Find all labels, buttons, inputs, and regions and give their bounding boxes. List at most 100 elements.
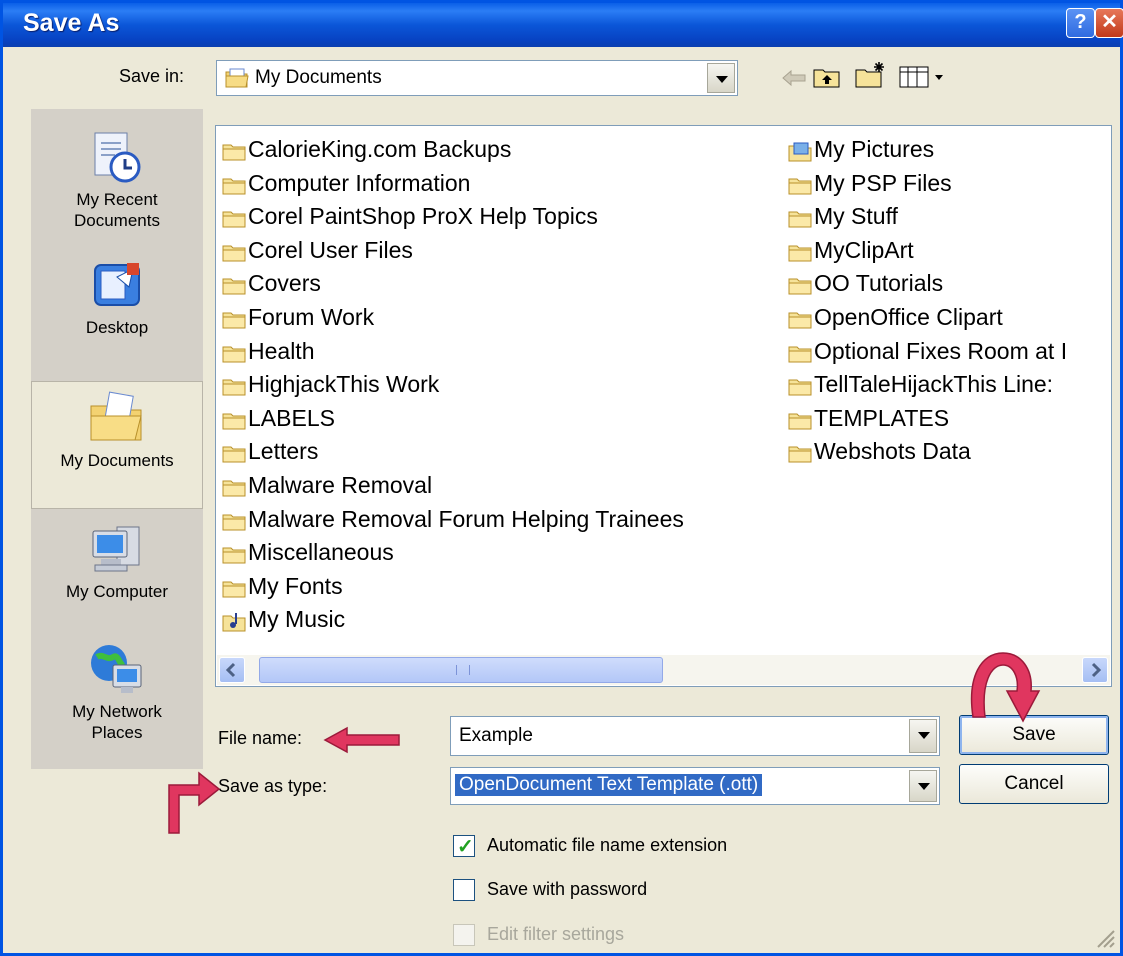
view-menu-icon[interactable] [899, 65, 949, 89]
file-name-combo[interactable]: Example [450, 716, 940, 756]
save-in-value: My Documents [255, 67, 382, 88]
save-as-type-label: Save as type: [218, 776, 328, 796]
folder-icon [788, 278, 812, 295]
up-folder-icon[interactable] [813, 65, 841, 89]
auto-extension-checkbox[interactable]: ✓ [453, 835, 475, 858]
auto-extension-label: Automatic file name extension [487, 835, 728, 855]
folder-icon [222, 178, 246, 195]
scroll-left-button[interactable] [219, 657, 245, 683]
scroll-right-button[interactable] [1082, 657, 1108, 683]
list-item[interactable]: My Pictures [786, 134, 1111, 168]
place-label: My Documents [60, 451, 174, 470]
help-button[interactable]: ? [1066, 8, 1095, 38]
close-button[interactable]: ✕ [1095, 8, 1123, 38]
folder-icon [222, 446, 246, 463]
edit-filter-settings-checkbox [453, 924, 475, 946]
edit-filter-settings-label: Edit filter settings [487, 924, 625, 944]
annotation-arrow-elbow-icon [168, 771, 221, 834]
list-item[interactable]: Computer Information [220, 168, 780, 202]
folder-icon [788, 211, 812, 228]
list-item[interactable]: LABELS [220, 403, 780, 437]
save-as-type-dropdown[interactable]: OpenDocument Text Template (.ott) [450, 767, 940, 805]
file-name-value[interactable]: Example [459, 725, 533, 747]
folder-icon [788, 245, 812, 262]
folder-icon [788, 312, 812, 329]
annotation-arrow-curved-icon [970, 652, 1041, 723]
place-label: My Network Places [72, 702, 162, 742]
pictures-folder-icon [788, 142, 812, 162]
places-bar: My Recent Documents Desktop My Documents… [31, 109, 203, 769]
place-my-recent-documents[interactable]: My Recent Documents [31, 129, 203, 231]
save-in-dropdown[interactable]: My Documents [216, 60, 738, 96]
list-item[interactable]: Health [220, 336, 780, 370]
network-places-icon [87, 641, 147, 697]
folder-icon [222, 346, 246, 363]
list-item[interactable]: OpenOffice Clipart [786, 302, 1111, 336]
folder-icon [222, 413, 246, 430]
cancel-button[interactable]: Cancel [959, 764, 1109, 804]
my-documents-small-icon [225, 67, 249, 94]
list-item[interactable]: My PSP Files [786, 168, 1111, 202]
place-my-computer[interactable]: My Computer [31, 521, 203, 602]
music-folder-icon [222, 613, 246, 632]
save-as-type-dropdown-arrow[interactable] [909, 770, 937, 802]
place-my-documents[interactable]: My Documents [31, 381, 203, 509]
folder-icon [222, 278, 246, 295]
place-label: Desktop [85, 318, 149, 337]
list-item[interactable]: Malware Removal [220, 470, 780, 504]
list-item[interactable]: Corel PaintShop ProX Help Topics [220, 201, 780, 235]
place-label: My Computer [65, 582, 169, 601]
list-item[interactable]: Optional Fixes Room at I [786, 336, 1111, 370]
folder-icon [222, 581, 246, 598]
list-item[interactable]: My Fonts [220, 571, 780, 605]
list-item[interactable]: Covers [220, 268, 780, 302]
save-in-label: Save in: [119, 66, 185, 86]
list-item[interactable]: CalorieKing.com Backups [220, 134, 780, 168]
list-item[interactable]: HighjackThis Work [220, 369, 780, 403]
back-arrow-icon[interactable] [781, 69, 807, 87]
save-in-dropdown-arrow[interactable] [707, 63, 735, 93]
resize-grip-icon[interactable] [1090, 923, 1116, 949]
file-column-1: CalorieKing.com Backups Computer Informa… [220, 134, 780, 638]
file-column-2: My Pictures My PSP Files My Stuff MyClip… [786, 134, 1111, 470]
new-folder-icon[interactable] [855, 61, 887, 89]
list-item[interactable]: Forum Work [220, 302, 780, 336]
folder-icon [222, 144, 246, 161]
folder-icon [788, 446, 812, 463]
folder-icon [788, 413, 812, 430]
list-item[interactable]: My Music [220, 604, 780, 638]
list-item[interactable]: Miscellaneous [220, 537, 780, 571]
chevron-left-icon [225, 662, 236, 678]
checkmark-icon: ✓ [457, 836, 474, 858]
list-item[interactable]: Corel User Files [220, 235, 780, 269]
list-item[interactable]: OO Tutorials [786, 268, 1111, 302]
save-as-dialog: Save As ? ✕ Save in: My Documents My Rec… [0, 0, 1123, 956]
desktop-icon [89, 257, 145, 313]
folder-icon [788, 379, 812, 396]
folder-icon [222, 312, 246, 329]
file-name-dropdown-arrow[interactable] [909, 719, 937, 753]
list-item[interactable]: TEMPLATES [786, 403, 1111, 437]
chevron-right-icon [1091, 662, 1102, 678]
list-item[interactable]: Malware Removal Forum Helping Trainees [220, 504, 780, 538]
list-item[interactable]: MyClipArt [786, 235, 1111, 269]
place-label: My Recent Documents [74, 190, 160, 230]
save-with-password-checkbox[interactable] [453, 879, 475, 901]
place-my-network-places[interactable]: My Network Places [31, 641, 203, 743]
scroll-thumb[interactable] [259, 657, 663, 683]
list-item[interactable]: My Stuff [786, 201, 1111, 235]
title-bar[interactable]: Save As ? ✕ [3, 3, 1123, 47]
list-item[interactable]: Webshots Data [786, 436, 1111, 470]
window-title: Save As [23, 9, 120, 37]
list-item[interactable]: Letters [220, 436, 780, 470]
recent-documents-icon [89, 129, 145, 185]
place-desktop[interactable]: Desktop [31, 257, 203, 338]
my-documents-icon [85, 390, 149, 446]
save-as-type-value: OpenDocument Text Template (.ott) [455, 774, 763, 796]
folder-icon [222, 480, 246, 497]
folder-icon [222, 245, 246, 262]
save-with-password-label: Save with password [487, 879, 648, 899]
list-item[interactable]: TellTaleHijackThis Line: [786, 369, 1111, 403]
folder-icon [222, 379, 246, 396]
file-list[interactable]: CalorieKing.com Backups Computer Informa… [215, 125, 1112, 687]
